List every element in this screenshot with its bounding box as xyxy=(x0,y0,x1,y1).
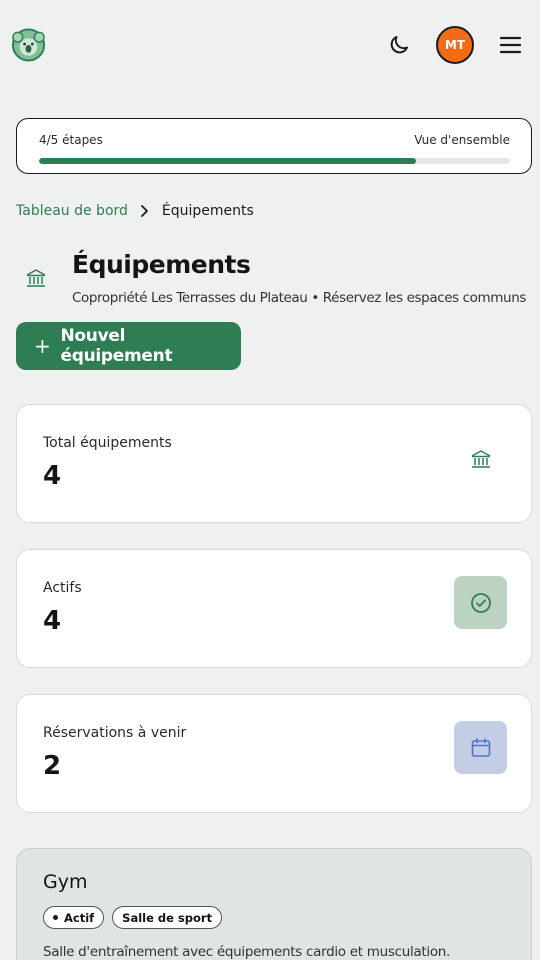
stat-label: Réservations à venir xyxy=(43,725,187,741)
stat-icon-box xyxy=(454,576,507,629)
onboarding-progress-card: 4/5 étapes Vue d'ensemble xyxy=(16,118,532,174)
breadcrumb-dashboard-link[interactable]: Tableau de bord xyxy=(16,203,128,219)
stat-value: 4 xyxy=(43,606,62,636)
stat-card-reservations: Réservations à venir 2 xyxy=(16,694,532,813)
breadcrumb: Tableau de bord Équipements xyxy=(16,203,254,219)
moon-icon[interactable] xyxy=(387,33,411,57)
building-icon xyxy=(26,269,46,287)
page-title: Équipements xyxy=(72,250,251,279)
new-amenity-button-label: Nouvel équipement xyxy=(60,326,173,366)
page-subtitle: Copropriété Les Terrasses du Plateau • R… xyxy=(72,290,526,306)
stat-icon-box xyxy=(454,721,507,774)
calendar-icon xyxy=(471,737,490,757)
progress-steps-label: 4/5 étapes xyxy=(39,133,103,147)
status-badge: Actif xyxy=(43,906,105,929)
status-badge-label: Actif xyxy=(64,910,95,925)
status-dot-icon xyxy=(53,915,58,920)
breadcrumb-current: Équipements xyxy=(161,203,254,219)
category-badge: Salle de sport xyxy=(112,906,223,929)
stat-card-total: Total équipements 4 xyxy=(16,404,532,523)
hamburger-menu-icon[interactable] xyxy=(498,33,523,57)
user-avatar[interactable]: MT xyxy=(436,26,474,64)
new-amenity-button[interactable]: + Nouvel équipement xyxy=(16,322,241,370)
amenity-description: Salle d'entraînement avec équipements ca… xyxy=(43,944,451,960)
stat-value: 4 xyxy=(43,461,62,491)
overview-link[interactable]: Vue d'ensemble xyxy=(414,133,510,147)
stat-value: 2 xyxy=(43,751,62,781)
amenity-card-gym[interactable]: Gym Actif Salle de sport Salle d'entraîn… xyxy=(16,848,532,960)
amenity-badges: Actif Salle de sport xyxy=(43,906,223,929)
chevron-right-icon xyxy=(141,205,148,217)
progress-bar-fill xyxy=(39,158,416,164)
progress-bar xyxy=(39,158,510,164)
amenity-name: Gym xyxy=(43,871,88,893)
plus-icon: + xyxy=(34,334,51,358)
stat-label: Total équipements xyxy=(43,435,172,451)
koala-logo-icon[interactable] xyxy=(11,28,46,62)
stat-label: Actifs xyxy=(43,580,82,596)
building-icon xyxy=(471,450,491,468)
stat-card-active: Actifs 4 xyxy=(16,549,532,668)
top-bar: MT xyxy=(0,0,540,90)
check-circle-icon xyxy=(470,592,491,613)
